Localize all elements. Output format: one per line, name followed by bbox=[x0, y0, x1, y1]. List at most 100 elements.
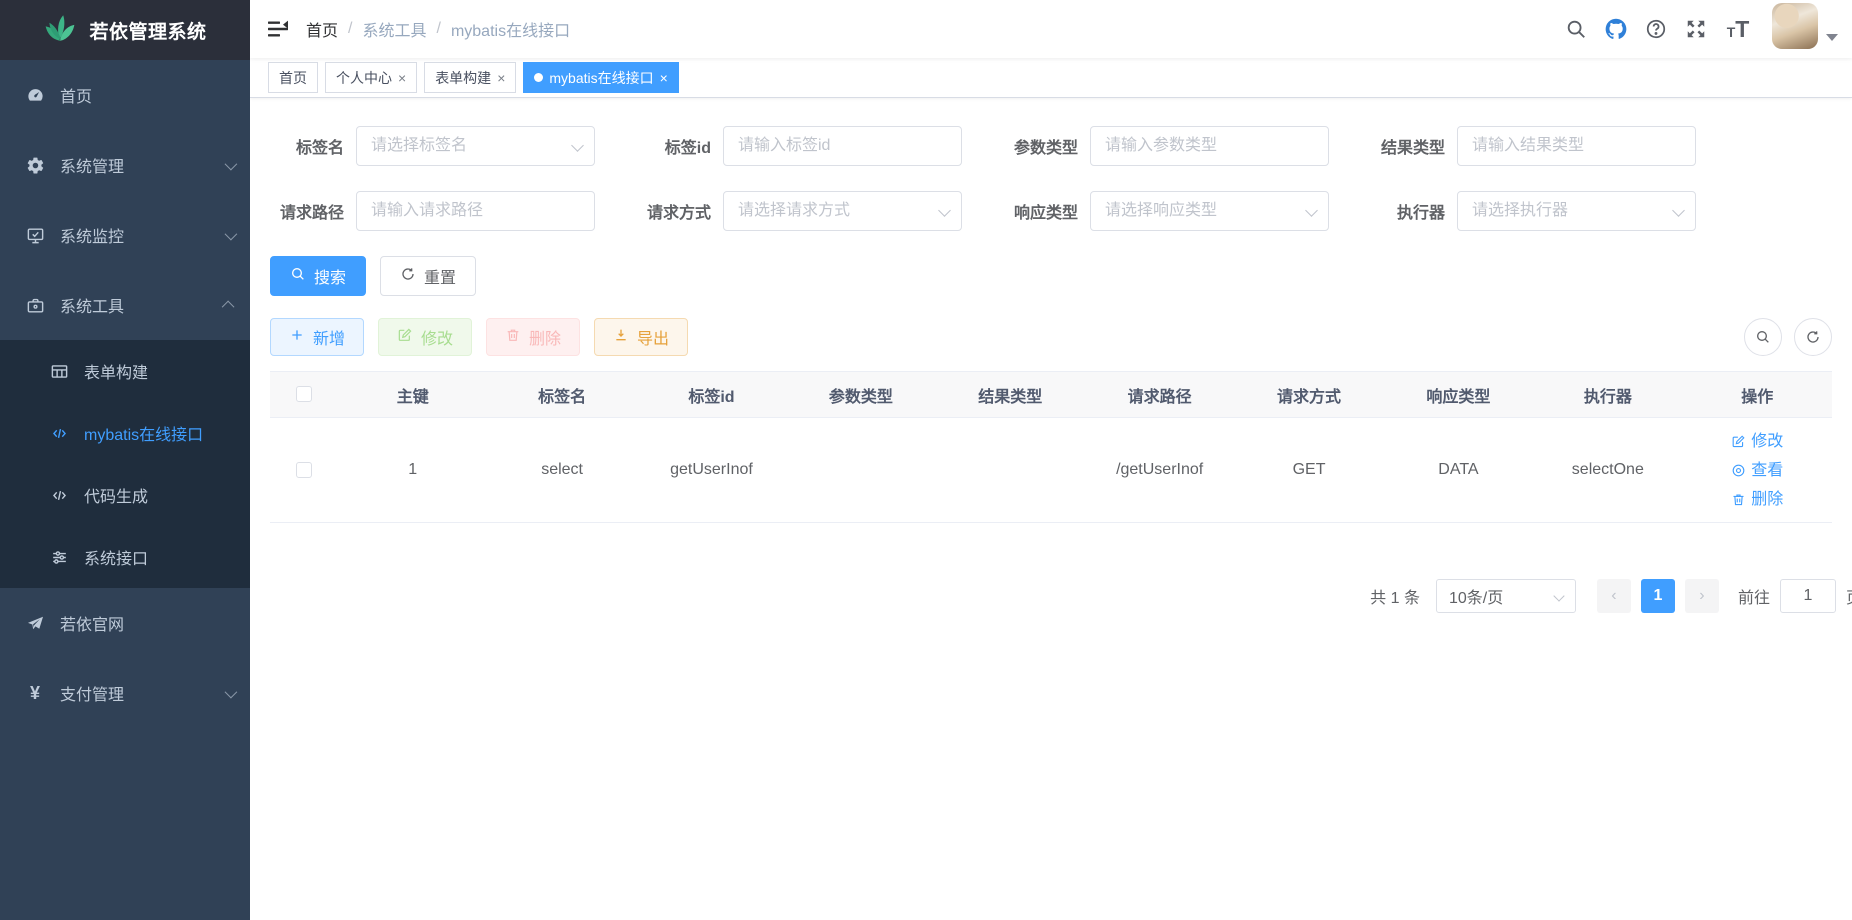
sidebar-item-label: 若依官网 bbox=[60, 611, 234, 635]
page-unit-label: 页 bbox=[1846, 584, 1852, 608]
fullscreen-icon[interactable] bbox=[1676, 0, 1716, 58]
close-icon[interactable]: × bbox=[660, 70, 668, 86]
row-delete-link[interactable]: 删除 bbox=[1731, 487, 1783, 512]
param-type-input[interactable] bbox=[1090, 126, 1329, 166]
cell-result-type bbox=[936, 418, 1085, 523]
sidebar-item-ruoyi-site[interactable]: 若依官网 bbox=[0, 588, 250, 658]
next-page-button[interactable]: › bbox=[1685, 579, 1719, 613]
sidebar-item-form-builder[interactable]: 表单构建 bbox=[0, 340, 250, 402]
close-icon[interactable]: × bbox=[497, 70, 505, 86]
font-size-icon[interactable]: TT bbox=[1716, 16, 1760, 43]
tab-label: mybatis在线接口 bbox=[549, 68, 653, 88]
chevron-down-icon bbox=[225, 157, 238, 170]
delete-button[interactable]: 删除 bbox=[486, 318, 580, 356]
form-item-request-path: 请求路径 bbox=[270, 191, 595, 231]
executor-select-input[interactable] bbox=[1457, 191, 1696, 231]
request-path-field[interactable] bbox=[356, 191, 595, 231]
row-edit-link[interactable]: 修改 bbox=[1731, 429, 1783, 454]
cell-request-path: /getUserInof bbox=[1085, 418, 1234, 523]
tag-id-field[interactable] bbox=[723, 126, 962, 166]
refresh-icon bbox=[400, 266, 416, 287]
sidebar-item-mybatis-api[interactable]: mybatis在线接口 bbox=[0, 402, 250, 464]
prev-page-button[interactable]: ‹ bbox=[1597, 579, 1631, 613]
tab-home[interactable]: 首页 bbox=[268, 62, 318, 93]
request-method-select-input[interactable] bbox=[723, 191, 962, 231]
add-button[interactable]: 新增 bbox=[270, 318, 364, 356]
goto-label: 前往 bbox=[1738, 584, 1770, 608]
sidebar-fold-icon[interactable] bbox=[250, 0, 306, 58]
tab-profile[interactable]: 个人中心 × bbox=[325, 62, 417, 93]
current-page-button[interactable]: 1 bbox=[1641, 579, 1675, 613]
plus-icon bbox=[289, 327, 305, 348]
executor-select[interactable] bbox=[1457, 191, 1696, 231]
sidebar-item-payment-manage[interactable]: ¥ 支付管理 bbox=[0, 658, 250, 728]
logo-bar[interactable]: 若依管理系统 bbox=[0, 0, 250, 60]
cell-param-type bbox=[786, 418, 935, 523]
tag-name-select-input[interactable] bbox=[356, 126, 595, 166]
chevron-down-icon bbox=[1553, 590, 1564, 601]
breadcrumb-home[interactable]: 首页 bbox=[306, 17, 338, 41]
sidebar-item-label: 表单构建 bbox=[84, 359, 234, 383]
trash-icon bbox=[505, 327, 521, 348]
field-label: 请求方式 bbox=[637, 199, 723, 223]
refresh-icon[interactable] bbox=[1794, 318, 1832, 356]
sidebar-item-system-monitor[interactable]: 系统监控 bbox=[0, 200, 250, 270]
sidebar-item-home[interactable]: 首页 bbox=[0, 60, 250, 130]
col-header: 执行器 bbox=[1533, 372, 1682, 418]
row-view-link[interactable]: 查看 bbox=[1731, 458, 1783, 483]
tab-form-builder[interactable]: 表单构建 × bbox=[424, 62, 516, 93]
form-item-executor: 执行器 bbox=[1371, 191, 1696, 231]
sliders-icon bbox=[48, 546, 70, 568]
form-item-request-method: 请求方式 bbox=[637, 191, 962, 231]
search-icon bbox=[290, 266, 306, 287]
result-type-input[interactable] bbox=[1457, 126, 1696, 166]
edit-button[interactable]: 修改 bbox=[378, 318, 472, 356]
select-all-checkbox[interactable] bbox=[296, 386, 312, 402]
reset-button[interactable]: 重置 bbox=[380, 256, 476, 296]
form-item-param-type: 参数类型 bbox=[1004, 126, 1329, 166]
tag-name-select[interactable] bbox=[356, 126, 595, 166]
gear-icon bbox=[24, 154, 46, 176]
field-label: 执行器 bbox=[1371, 199, 1457, 223]
tag-id-input[interactable] bbox=[723, 126, 962, 166]
request-path-input[interactable] bbox=[356, 191, 595, 231]
cell-key: 1 bbox=[338, 418, 487, 523]
form-item-result-type: 结果类型 bbox=[1371, 126, 1696, 166]
goto-page-input[interactable] bbox=[1780, 579, 1836, 613]
result-type-field[interactable] bbox=[1457, 126, 1696, 166]
request-method-select[interactable] bbox=[723, 191, 962, 231]
edit-button-label: 修改 bbox=[421, 325, 453, 349]
field-label: 标签名 bbox=[270, 134, 356, 158]
field-label: 请求路径 bbox=[270, 199, 356, 223]
row-checkbox[interactable] bbox=[296, 462, 312, 478]
sidebar-item-label: 代码生成 bbox=[84, 483, 234, 507]
sidebar: 若依管理系统 首页 系统管理 系统监控 系统工具 表单构建 bbox=[0, 0, 250, 920]
tab-label: 个人中心 bbox=[336, 68, 392, 88]
response-type-select[interactable] bbox=[1090, 191, 1329, 231]
pagination: 共 1 条 10条/页 ‹ 1 › 前往 页 bbox=[270, 579, 1852, 613]
page-size-select[interactable]: 10条/页 bbox=[1436, 579, 1576, 613]
github-icon[interactable] bbox=[1596, 0, 1636, 58]
search-icon[interactable] bbox=[1556, 0, 1596, 58]
user-menu[interactable] bbox=[1772, 3, 1838, 55]
sidebar-item-system-manage[interactable]: 系统管理 bbox=[0, 130, 250, 200]
help-icon[interactable] bbox=[1636, 0, 1676, 58]
sidebar-item-system-tools[interactable]: 系统工具 bbox=[0, 270, 250, 340]
dashboard-icon bbox=[24, 84, 46, 106]
export-button[interactable]: 导出 bbox=[594, 318, 688, 356]
row-view-label: 查看 bbox=[1751, 458, 1783, 483]
param-type-field[interactable] bbox=[1090, 126, 1329, 166]
close-icon[interactable]: × bbox=[398, 70, 406, 86]
response-type-select-input[interactable] bbox=[1090, 191, 1329, 231]
breadcrumb-separator: / bbox=[436, 20, 440, 38]
avatar[interactable] bbox=[1772, 3, 1818, 49]
sidebar-item-system-api[interactable]: 系统接口 bbox=[0, 526, 250, 588]
show-search-icon[interactable] bbox=[1744, 318, 1782, 356]
breadcrumb-system-tools: 系统工具 bbox=[362, 17, 426, 41]
chevron-down-icon bbox=[225, 227, 238, 240]
table-row[interactable]: 1 select getUserInof /getUserInof GET DA… bbox=[270, 418, 1832, 523]
monitor-icon bbox=[24, 224, 46, 246]
tab-mybatis-api[interactable]: mybatis在线接口 × bbox=[523, 62, 678, 93]
search-button[interactable]: 搜索 bbox=[270, 256, 366, 296]
sidebar-item-code-gen[interactable]: 代码生成 bbox=[0, 464, 250, 526]
